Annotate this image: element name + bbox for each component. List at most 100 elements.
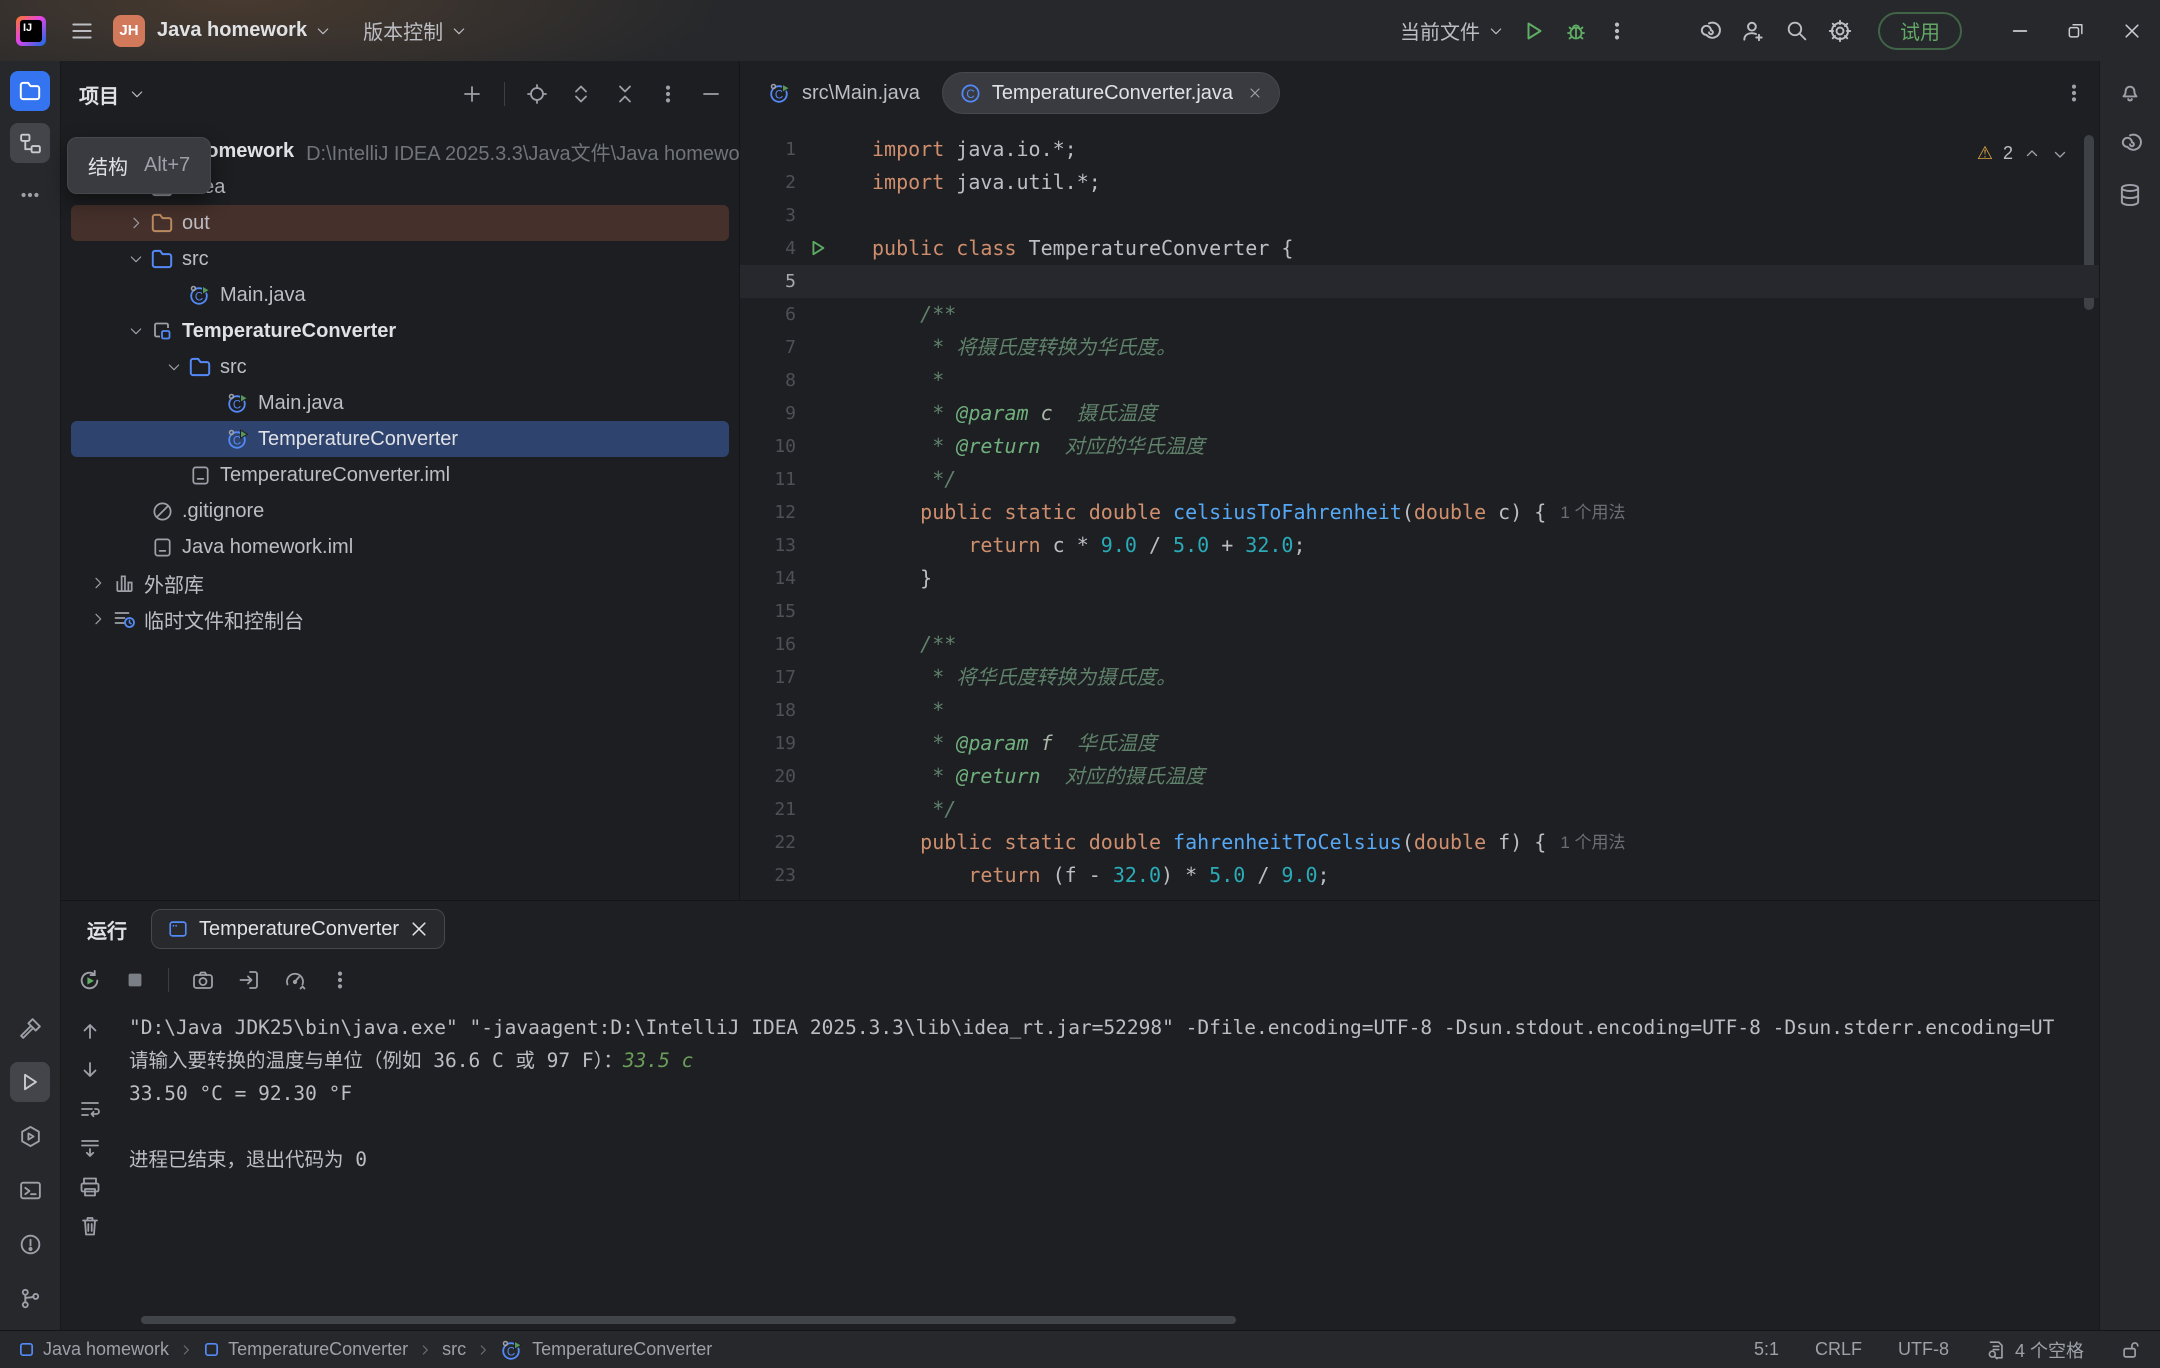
breadcrumb-item[interactable]: CTemperatureConverter — [500, 1338, 712, 1362]
code-line-15[interactable]: 15 — [740, 595, 2099, 628]
tree-item-java-homework.iml[interactable]: Java homework.iml — [71, 529, 729, 565]
tab-list-kebab-icon[interactable] — [2063, 82, 2085, 104]
code-line-8[interactable]: 8 * — [740, 364, 2099, 397]
more-run-actions-button[interactable] — [1597, 11, 1637, 51]
breadcrumb-item[interactable]: TemperatureConverter — [203, 1339, 408, 1360]
code-line-14[interactable]: 14 } — [740, 562, 2099, 595]
code-with-me-button[interactable] — [1731, 11, 1775, 51]
ai-assistant-button[interactable] — [1687, 11, 1731, 51]
project-panel-title[interactable]: 项目 — [79, 80, 119, 109]
code-line-10[interactable]: 10 * @return 对应的华氏温度 — [740, 430, 2099, 463]
code-line-3[interactable]: 3 — [740, 199, 2099, 232]
file-encoding[interactable]: UTF-8 — [1898, 1339, 1949, 1360]
code-line-12[interactable]: 12 public static double celsiusToFahrenh… — [740, 496, 2099, 529]
search-everywhere-button[interactable] — [1775, 11, 1818, 51]
clear-console-icon[interactable] — [78, 1214, 102, 1238]
thread-dump-camera-icon[interactable] — [191, 968, 215, 992]
tool-version-control-button[interactable] — [10, 1278, 50, 1318]
console-horizontal-scrollbar[interactable] — [141, 1316, 1236, 1324]
profiler-gauge-icon[interactable] — [283, 968, 307, 992]
minimize-button[interactable] — [1992, 0, 2048, 61]
code-line-23[interactable]: 23 return (f - 32.0) * 5.0 / 9.0; — [740, 859, 2099, 892]
tool-terminal-button[interactable] — [10, 1170, 50, 1210]
tree-item-temperatureconverter[interactable]: TemperatureConverter — [71, 313, 729, 349]
tree-item-src[interactable]: src — [71, 349, 729, 385]
editor-tab-temperatureconverter.java[interactable]: CTemperatureConverter.java — [942, 72, 1280, 114]
console-output[interactable]: "D:\Java JDK25\bin\java.exe" "-javaagent… — [119, 1003, 2099, 1330]
add-icon[interactable] — [460, 82, 484, 106]
ai-assistant-tool-button[interactable] — [2110, 123, 2150, 163]
attach-console-icon[interactable] — [237, 968, 261, 992]
kebab-menu-icon[interactable] — [329, 969, 351, 991]
tree-item-temperatureconverter[interactable]: CTemperatureConverter — [71, 421, 729, 457]
locate-file-icon[interactable] — [525, 82, 549, 106]
code-line-1[interactable]: 1import java.io.*; — [740, 133, 2099, 166]
main-menu-button[interactable] — [60, 11, 104, 51]
vcs-widget-button[interactable]: 版本控制 — [354, 11, 476, 51]
chevron-right-icon[interactable] — [85, 611, 111, 627]
caret-position[interactable]: 5:1 — [1754, 1339, 1779, 1360]
rerun-icon[interactable] — [77, 968, 102, 993]
run-configuration-tab[interactable]: TemperatureConverter — [151, 909, 445, 949]
tool-services-button[interactable] — [10, 1116, 50, 1156]
scroll-to-end-icon[interactable] — [78, 1136, 102, 1160]
code-line-18[interactable]: 18 * — [740, 694, 2099, 727]
line-separator[interactable]: CRLF — [1815, 1339, 1862, 1360]
next-warning-icon[interactable] — [2051, 145, 2069, 163]
run-configuration-selector[interactable]: 当前文件 — [1391, 11, 1513, 51]
chevron-right-icon[interactable] — [123, 215, 149, 231]
tool-project-button[interactable] — [10, 71, 50, 111]
hide-panel-icon[interactable] — [699, 82, 723, 106]
code-line-4[interactable]: 4public class TemperatureConverter { — [740, 232, 2099, 265]
soft-wrap-icon[interactable] — [78, 1097, 102, 1121]
settings-button[interactable] — [1818, 11, 1862, 51]
code-line-9[interactable]: 9 * @param c 摄氏温度 — [740, 397, 2099, 430]
close-button[interactable] — [2104, 0, 2160, 61]
collapse-all-icon[interactable] — [613, 82, 637, 106]
run-gutter-icon[interactable] — [808, 238, 828, 258]
chevron-down-icon[interactable] — [161, 359, 187, 375]
debug-button[interactable] — [1555, 11, 1597, 51]
tool-build-button[interactable] — [10, 1008, 50, 1048]
code-line-21[interactable]: 21 */ — [740, 793, 2099, 826]
tool-problems-button[interactable] — [10, 1224, 50, 1264]
breadcrumb-item[interactable]: Java homework — [18, 1339, 169, 1360]
chevron-down-icon[interactable] — [123, 323, 149, 339]
notifications-button[interactable] — [2110, 71, 2150, 111]
code-line-6[interactable]: 6 /** — [740, 298, 2099, 331]
close-icon[interactable] — [409, 919, 429, 939]
code-line-11[interactable]: 11 */ — [740, 463, 2099, 496]
prev-warning-icon[interactable] — [2023, 145, 2041, 163]
inspection-widget[interactable]: ⚠ 2 — [1977, 137, 2069, 170]
tool-structure-button[interactable] — [10, 123, 50, 163]
project-widget-button[interactable]: JH Java homework — [104, 11, 340, 51]
panel-options-icon[interactable] — [657, 83, 679, 105]
tree-item--[interactable]: 临时文件和控制台 — [71, 601, 729, 637]
tree-item-src[interactable]: src — [71, 241, 729, 277]
usage-inlay-hint[interactable]: 1 个用法 — [1560, 496, 1625, 529]
code-line-5[interactable]: 5 — [740, 265, 2099, 298]
readonly-toggle[interactable] — [2120, 1339, 2142, 1361]
code-line-17[interactable]: 17 * 将华氏度转换为摄氏度。 — [740, 661, 2099, 694]
code-line-22[interactable]: 22 public static double fahrenheitToCels… — [740, 826, 2099, 859]
code-line-19[interactable]: 19 * @param f 华氏温度 — [740, 727, 2099, 760]
close-icon[interactable] — [1247, 85, 1263, 101]
code-editor[interactable]: ⚠ 2 1import java.io.*;2import java.util.… — [740, 125, 2099, 900]
trial-badge-button[interactable]: 试用 — [1878, 12, 1962, 50]
chevron-down-icon[interactable] — [123, 251, 149, 267]
breadcrumb-item[interactable]: src — [442, 1339, 466, 1360]
tree-item-main.java[interactable]: CMain.java — [71, 277, 729, 313]
more-tool-windows-button[interactable] — [10, 175, 50, 215]
tool-run-button[interactable] — [10, 1062, 50, 1102]
code-line-16[interactable]: 16 /** — [740, 628, 2099, 661]
stop-icon[interactable] — [124, 969, 146, 991]
tree-item--[interactable]: 外部库 — [71, 565, 729, 601]
tree-item-main.java[interactable]: CMain.java — [71, 385, 729, 421]
chevron-right-icon[interactable] — [85, 575, 111, 591]
print-icon[interactable] — [78, 1175, 102, 1199]
scroll-down-icon[interactable] — [78, 1058, 102, 1082]
indent-style[interactable]: 4 个空格 — [1985, 1337, 2084, 1363]
code-line-2[interactable]: 2import java.util.*; — [740, 166, 2099, 199]
restore-button[interactable] — [2048, 0, 2104, 61]
run-button[interactable] — [1513, 11, 1555, 51]
